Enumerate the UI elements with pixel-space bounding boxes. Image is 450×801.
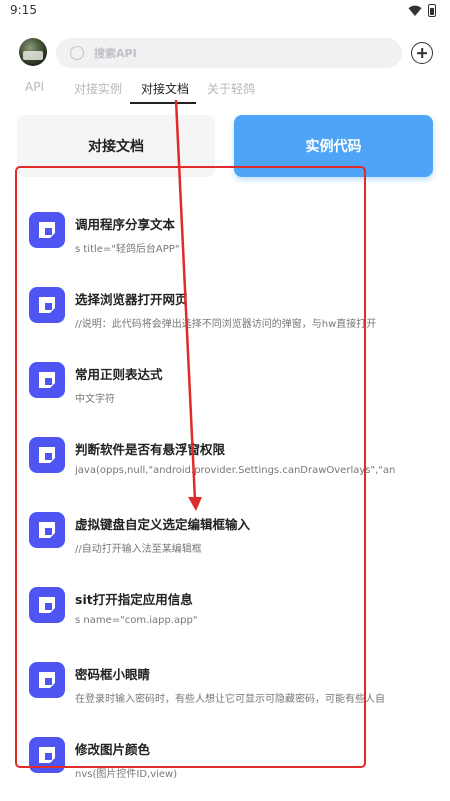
search-input[interactable]: 搜索API bbox=[56, 38, 402, 68]
item-subtitle: s name="com.iapp.app" bbox=[75, 615, 198, 626]
item-title: sit打开指定应用信息 bbox=[75, 592, 193, 607]
list-item[interactable]: 选择浏览器打开网页 //说明：此代码将会弹出选择不同浏览器访问的弹窗，与hw直接… bbox=[0, 281, 450, 351]
list-item[interactable]: 判断软件是否有悬浮窗权限 java(opps,null,"android.pro… bbox=[0, 431, 450, 501]
tab-active-indicator bbox=[130, 102, 196, 104]
code-examples-button[interactable]: 实例代码 bbox=[234, 115, 433, 177]
status-bar: 9:15 bbox=[0, 0, 450, 22]
add-button[interactable] bbox=[411, 42, 433, 64]
docs-button[interactable]: 对接文档 bbox=[17, 115, 215, 177]
item-subtitle: s title="轻鸽后台APP" bbox=[75, 244, 180, 255]
item-title: 判断软件是否有悬浮窗权限 bbox=[75, 442, 226, 457]
list-item[interactable]: 常用正则表达式 中文字符 bbox=[0, 356, 450, 426]
doc-icon bbox=[29, 437, 65, 473]
item-title: 虚拟键盘自定义选定编辑框输入 bbox=[75, 517, 251, 532]
list-item[interactable]: 修改图片颜色 nvs(图片控件ID,view) bbox=[0, 731, 450, 801]
item-title: 调用程序分享文本 bbox=[75, 217, 176, 232]
item-title: 密码框小眼睛 bbox=[75, 667, 151, 682]
tab-bar: API 对接实例 对接文档 关于轻鸽 bbox=[0, 76, 450, 106]
tab-docs[interactable]: 对接文档 bbox=[141, 80, 189, 97]
item-subtitle: //说明：此代码将会弹出选择不同浏览器访问的弹窗，与hw直接打开 bbox=[75, 319, 377, 330]
battery-icon bbox=[428, 4, 436, 17]
doc-icon bbox=[29, 662, 65, 698]
item-subtitle: //自动打开输入法至某编辑框 bbox=[75, 544, 202, 555]
item-subtitle: java(opps,null,"android.provider.Setting… bbox=[75, 465, 396, 476]
list-item[interactable]: 调用程序分享文本 s title="轻鸽后台APP" bbox=[0, 206, 450, 276]
doc-icon bbox=[29, 587, 65, 623]
status-icons bbox=[408, 4, 436, 17]
item-subtitle: nvs(图片控件ID,view) bbox=[75, 769, 178, 780]
item-subtitle: 中文字符 bbox=[75, 394, 115, 405]
item-title: 常用正则表达式 bbox=[75, 367, 163, 382]
header: 搜索API bbox=[0, 30, 450, 74]
tab-api[interactable]: API bbox=[25, 80, 44, 94]
item-title: 修改图片颜色 bbox=[75, 742, 151, 757]
doc-icon bbox=[29, 212, 65, 248]
list-item[interactable]: 虚拟键盘自定义选定编辑框输入 //自动打开输入法至某编辑框 bbox=[0, 506, 450, 576]
tab-examples[interactable]: 对接实例 bbox=[74, 80, 122, 97]
doc-icon bbox=[29, 737, 65, 773]
item-title: 选择浏览器打开网页 bbox=[75, 292, 188, 307]
list-item[interactable]: 密码框小眼睛 在登录时输入密码时，有些人想让它可显示可隐藏密码，可能有些人自 bbox=[0, 656, 450, 726]
wifi-icon bbox=[408, 5, 422, 16]
tab-about[interactable]: 关于轻鸽 bbox=[207, 80, 255, 97]
search-placeholder: 搜索API bbox=[94, 47, 137, 60]
status-time: 9:15 bbox=[10, 3, 37, 17]
list-item[interactable]: sit打开指定应用信息 s name="com.iapp.app" bbox=[0, 581, 450, 651]
doc-icon bbox=[29, 362, 65, 398]
doc-icon bbox=[29, 287, 65, 323]
item-subtitle: 在登录时输入密码时，有些人想让它可显示可隐藏密码，可能有些人自 bbox=[75, 694, 385, 705]
doc-icon bbox=[29, 512, 65, 548]
search-icon bbox=[70, 46, 84, 60]
avatar[interactable] bbox=[19, 38, 47, 66]
